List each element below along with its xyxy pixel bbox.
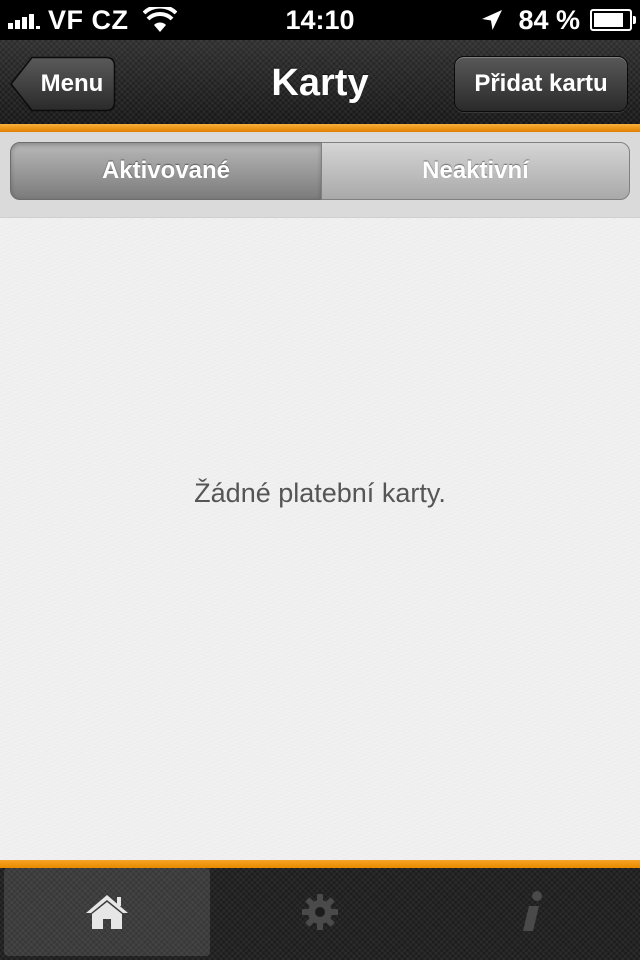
menu-back-button[interactable]: Menu bbox=[10, 56, 116, 112]
gear-icon bbox=[302, 894, 338, 930]
card-list-area: Žádné platební karty. bbox=[0, 218, 640, 860]
location-arrow-icon bbox=[482, 10, 503, 30]
tab-home[interactable] bbox=[4, 868, 210, 956]
page-title: Karty bbox=[271, 62, 369, 104]
tab-accent-stripe bbox=[0, 860, 640, 868]
tab-bar bbox=[0, 868, 640, 960]
battery-icon bbox=[590, 9, 636, 31]
status-right: 84 % bbox=[480, 0, 636, 40]
app-screen: VF CZ 14:10 84 % Karty Menu Přidat kartu… bbox=[0, 0, 640, 960]
battery-percent: 84 % bbox=[518, 4, 580, 35]
segment-activated[interactable]: Aktivované bbox=[10, 142, 322, 200]
tab-settings[interactable] bbox=[217, 868, 423, 956]
segment-inactive[interactable]: Neaktivní bbox=[321, 142, 630, 200]
info-icon bbox=[523, 891, 542, 931]
home-icon bbox=[86, 895, 128, 929]
battery-fill bbox=[594, 13, 623, 27]
tab-info[interactable] bbox=[430, 868, 636, 956]
segmented-control-bar: Aktivované Neaktivní bbox=[0, 132, 640, 218]
menu-back-label: Menu bbox=[40, 70, 104, 97]
nav-accent-stripe bbox=[0, 124, 640, 132]
add-card-button[interactable]: Přidat kartu bbox=[454, 56, 628, 112]
status-bar: VF CZ 14:10 84 % bbox=[0, 0, 640, 40]
empty-state-message: Žádné platební karty. bbox=[194, 478, 446, 508]
